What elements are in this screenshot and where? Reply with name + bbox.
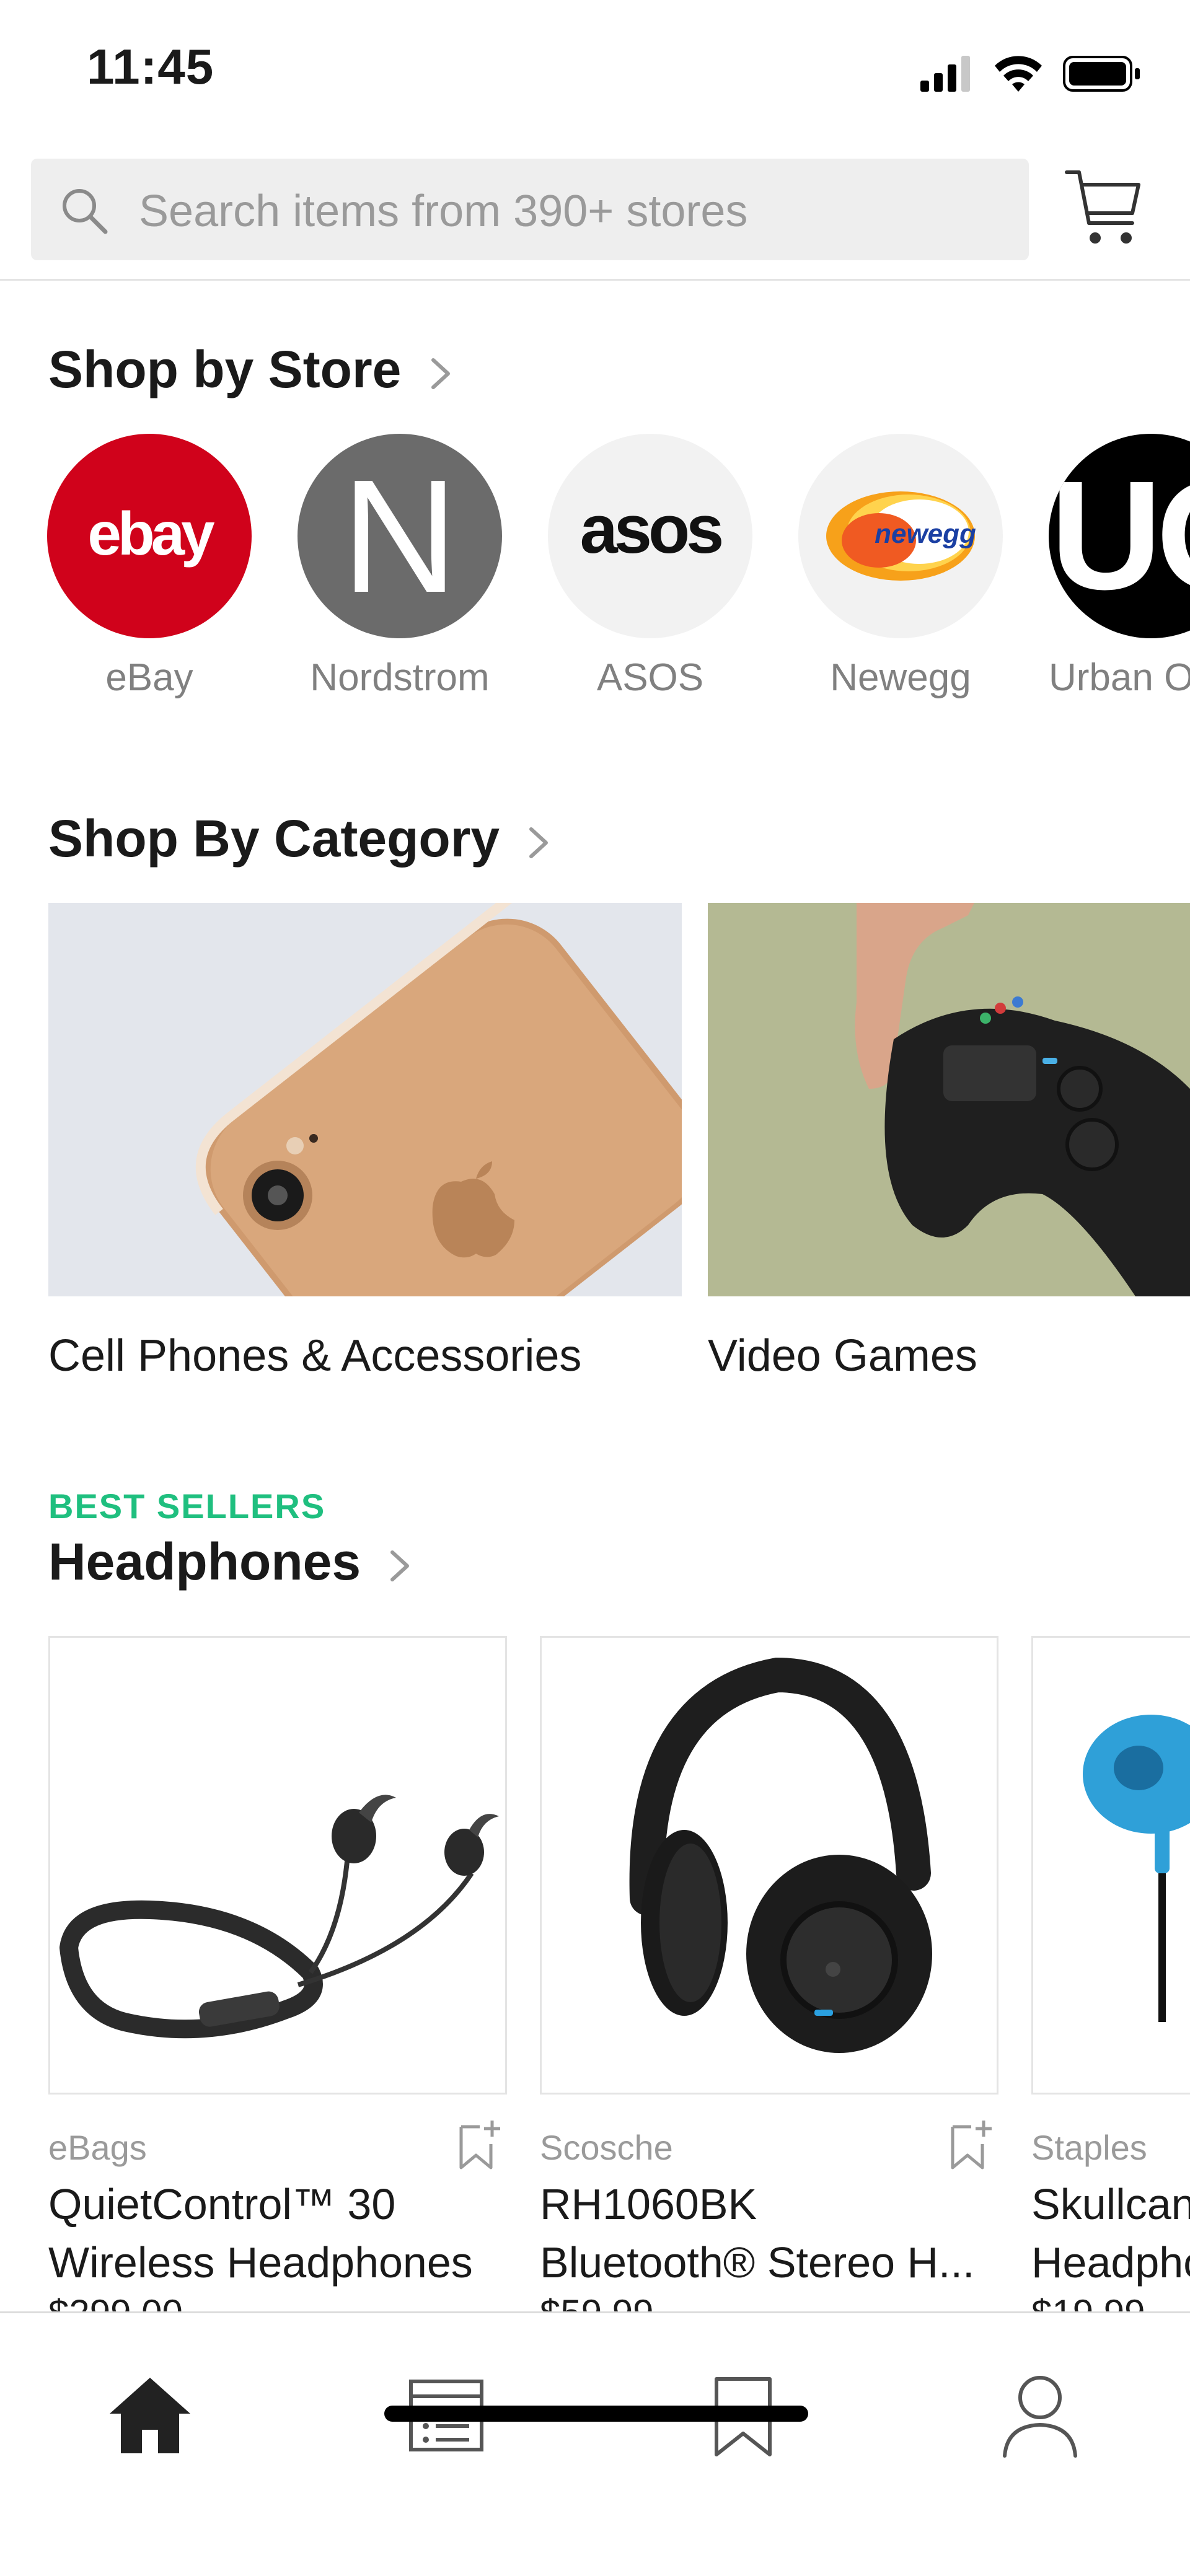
product-card[interactable]: Staples Skullcandy Headphones $19.99 <box>1031 1636 1190 2334</box>
nordstrom-logo: N <box>298 434 502 638</box>
shop-by-store-header[interactable]: Shop by Store <box>48 340 453 400</box>
svg-text:ebay: ebay <box>87 499 214 568</box>
store-asos[interactable]: asos ASOS <box>548 434 752 713</box>
store-newegg[interactable]: newegg Newegg <box>798 434 1003 713</box>
category-label: Cell Phones & Accessories <box>48 1331 582 1381</box>
signal-icon <box>920 56 970 92</box>
search-icon <box>63 189 108 234</box>
product-name: RH1060BK Bluetooth® Stereo H... <box>540 2180 975 2287</box>
product-name: QuietControl™ 30 Wireless Headphones <box>48 2180 473 2287</box>
product-name: Skullcandy Headphones <box>1031 2180 1190 2287</box>
store-nordstrom[interactable]: N Nordstrom <box>298 434 502 713</box>
store-label: Nordstrom <box>310 656 490 699</box>
asos-logo: asos <box>548 434 752 638</box>
cell-phone-image <box>48 903 682 1296</box>
store-label: ASOS <box>596 656 704 699</box>
cart-icon[interactable] <box>1063 164 1144 250</box>
search-input[interactable]: Search items from 390+ stores <box>31 159 1029 260</box>
product-card[interactable]: Scosche RH1060BK Bluetooth® Stereo H... … <box>540 1636 998 2334</box>
app-screen: 11:45 Search items from 390+ stores Shop… <box>0 0 1190 2576</box>
tab-bar <box>0 2311 1190 2576</box>
store-label: Newegg <box>830 656 971 699</box>
store-label: Urban Outfitters <box>1049 656 1190 699</box>
home-indicator <box>384 2406 808 2422</box>
product-card[interactable]: eBags QuietControl™ 30 Wireless Headphon… <box>48 1636 507 2334</box>
status-time: 11:45 <box>87 39 214 94</box>
svg-text:N: N <box>342 447 458 626</box>
category-video-games[interactable]: Video Games <box>708 903 1190 1386</box>
wifi-icon <box>995 56 1042 92</box>
svg-text:asos: asos <box>580 491 722 568</box>
battery-icon <box>1063 56 1140 92</box>
product-store: Scosche <box>540 2128 673 2167</box>
svg-text:newegg: newegg <box>875 519 976 549</box>
bookmark-add-icon[interactable] <box>457 2119 501 2171</box>
status-bar: 11:45 <box>0 0 1190 143</box>
ebay-logo: ebay <box>47 434 252 638</box>
chevron-right-icon <box>390 1550 410 1581</box>
shop-by-store-title: Shop by Store <box>48 340 402 398</box>
product-image <box>540 1636 998 2095</box>
category-cell-phones[interactable]: Cell Phones & Accessories <box>48 903 682 1386</box>
product-image <box>1031 1636 1190 2095</box>
shop-by-category-title: Shop By Category <box>48 809 500 868</box>
status-icons <box>920 56 1140 92</box>
search-placeholder: Search items from 390+ stores <box>139 187 748 236</box>
store-ebay[interactable]: ebay eBay <box>47 434 252 713</box>
store-urban-outfitters[interactable]: UO Urban Outfitters <box>1049 434 1190 713</box>
header: Search items from 390+ stores <box>0 143 1190 281</box>
headphones-title: Headphones <box>48 1532 361 1591</box>
product-image <box>48 1636 507 2095</box>
store-label: eBay <box>105 656 193 699</box>
product-store: eBags <box>48 2128 147 2167</box>
stores-row: ebay eBay N Nordstrom asos ASOS newegg N… <box>0 434 1190 713</box>
shop-by-category-header[interactable]: Shop By Category <box>48 809 551 869</box>
headphones-header[interactable]: Headphones <box>48 1532 412 1592</box>
category-label: Video Games <box>708 1331 977 1381</box>
newegg-logo: newegg <box>798 434 1003 638</box>
urban-outfitters-logo: UO <box>1049 434 1190 638</box>
chevron-right-icon <box>431 358 450 389</box>
svg-text:UO: UO <box>1051 449 1190 622</box>
profile-icon[interactable] <box>994 2369 1086 2462</box>
chevron-right-icon <box>529 827 549 858</box>
bookmark-add-icon[interactable] <box>949 2119 992 2171</box>
video-games-image <box>708 903 1190 1296</box>
home-icon[interactable] <box>104 2369 196 2462</box>
product-store: Staples <box>1031 2128 1147 2167</box>
best-sellers-eyebrow: BEST SELLERS <box>48 1487 326 1526</box>
